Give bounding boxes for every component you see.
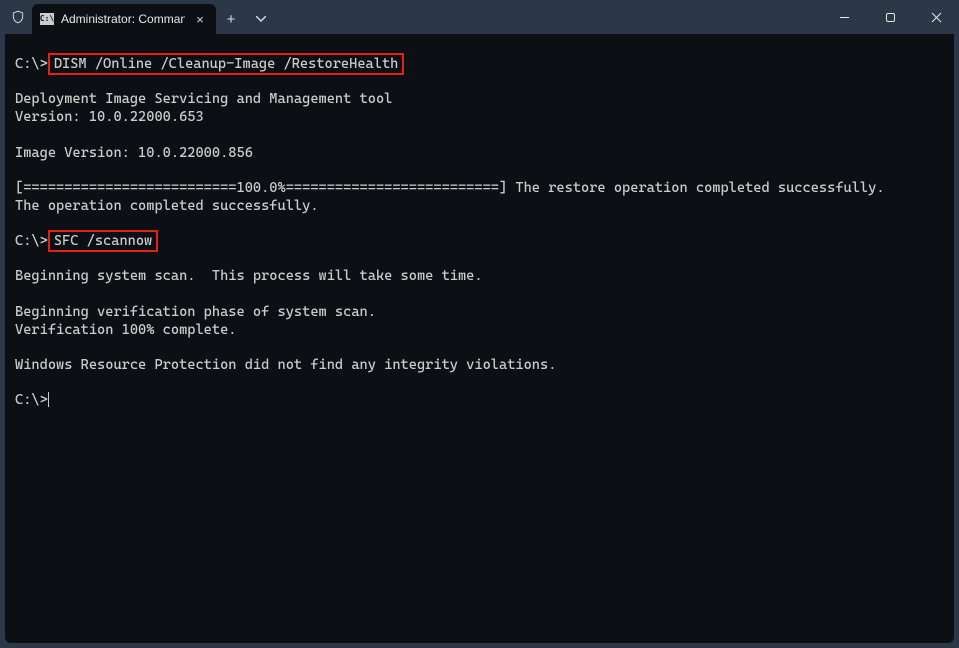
prompt: C:\>: [15, 392, 48, 408]
titlebar: C:\ Administrator: Command Pro × +: [0, 0, 959, 34]
cmd-icon: C:\: [40, 13, 54, 25]
terminal-output: Beginning verification phase of system s…: [15, 304, 376, 320]
highlighted-command-sfc: SFC /scannow: [48, 230, 158, 252]
minimize-button[interactable]: [821, 0, 867, 34]
highlighted-command-dism: DISM /Online /Cleanup-Image /RestoreHeal…: [48, 53, 405, 75]
admin-shield-icon: [10, 9, 26, 25]
new-tab-button[interactable]: +: [216, 4, 246, 34]
tab[interactable]: C:\ Administrator: Command Pro ×: [32, 4, 216, 34]
terminal-output: Image Version: 10.0.22000.856: [15, 145, 253, 161]
terminal[interactable]: C:\>DISM /Online /Cleanup-Image /Restore…: [5, 34, 954, 643]
tab-dropdown-button[interactable]: [246, 4, 276, 34]
window-controls: [821, 0, 959, 34]
terminal-output: Version: 10.0.22000.653: [15, 109, 204, 125]
terminal-output: Verification 100% complete.: [15, 322, 236, 338]
terminal-output: [==========================100.0%=======…: [15, 180, 885, 196]
prompt: C:\>: [15, 56, 48, 72]
terminal-output: Deployment Image Servicing and Managemen…: [15, 91, 392, 107]
terminal-output: The operation completed successfully.: [15, 198, 319, 214]
cursor: [48, 392, 49, 407]
terminal-output: Beginning system scan. This process will…: [15, 268, 483, 284]
maximize-button[interactable]: [867, 0, 913, 34]
close-button[interactable]: [913, 0, 959, 34]
terminal-output: Windows Resource Protection did not find…: [15, 357, 556, 373]
tab-title: Administrator: Command Pro: [61, 12, 185, 26]
tab-close-icon[interactable]: ×: [192, 13, 208, 26]
prompt: C:\>: [15, 233, 48, 249]
